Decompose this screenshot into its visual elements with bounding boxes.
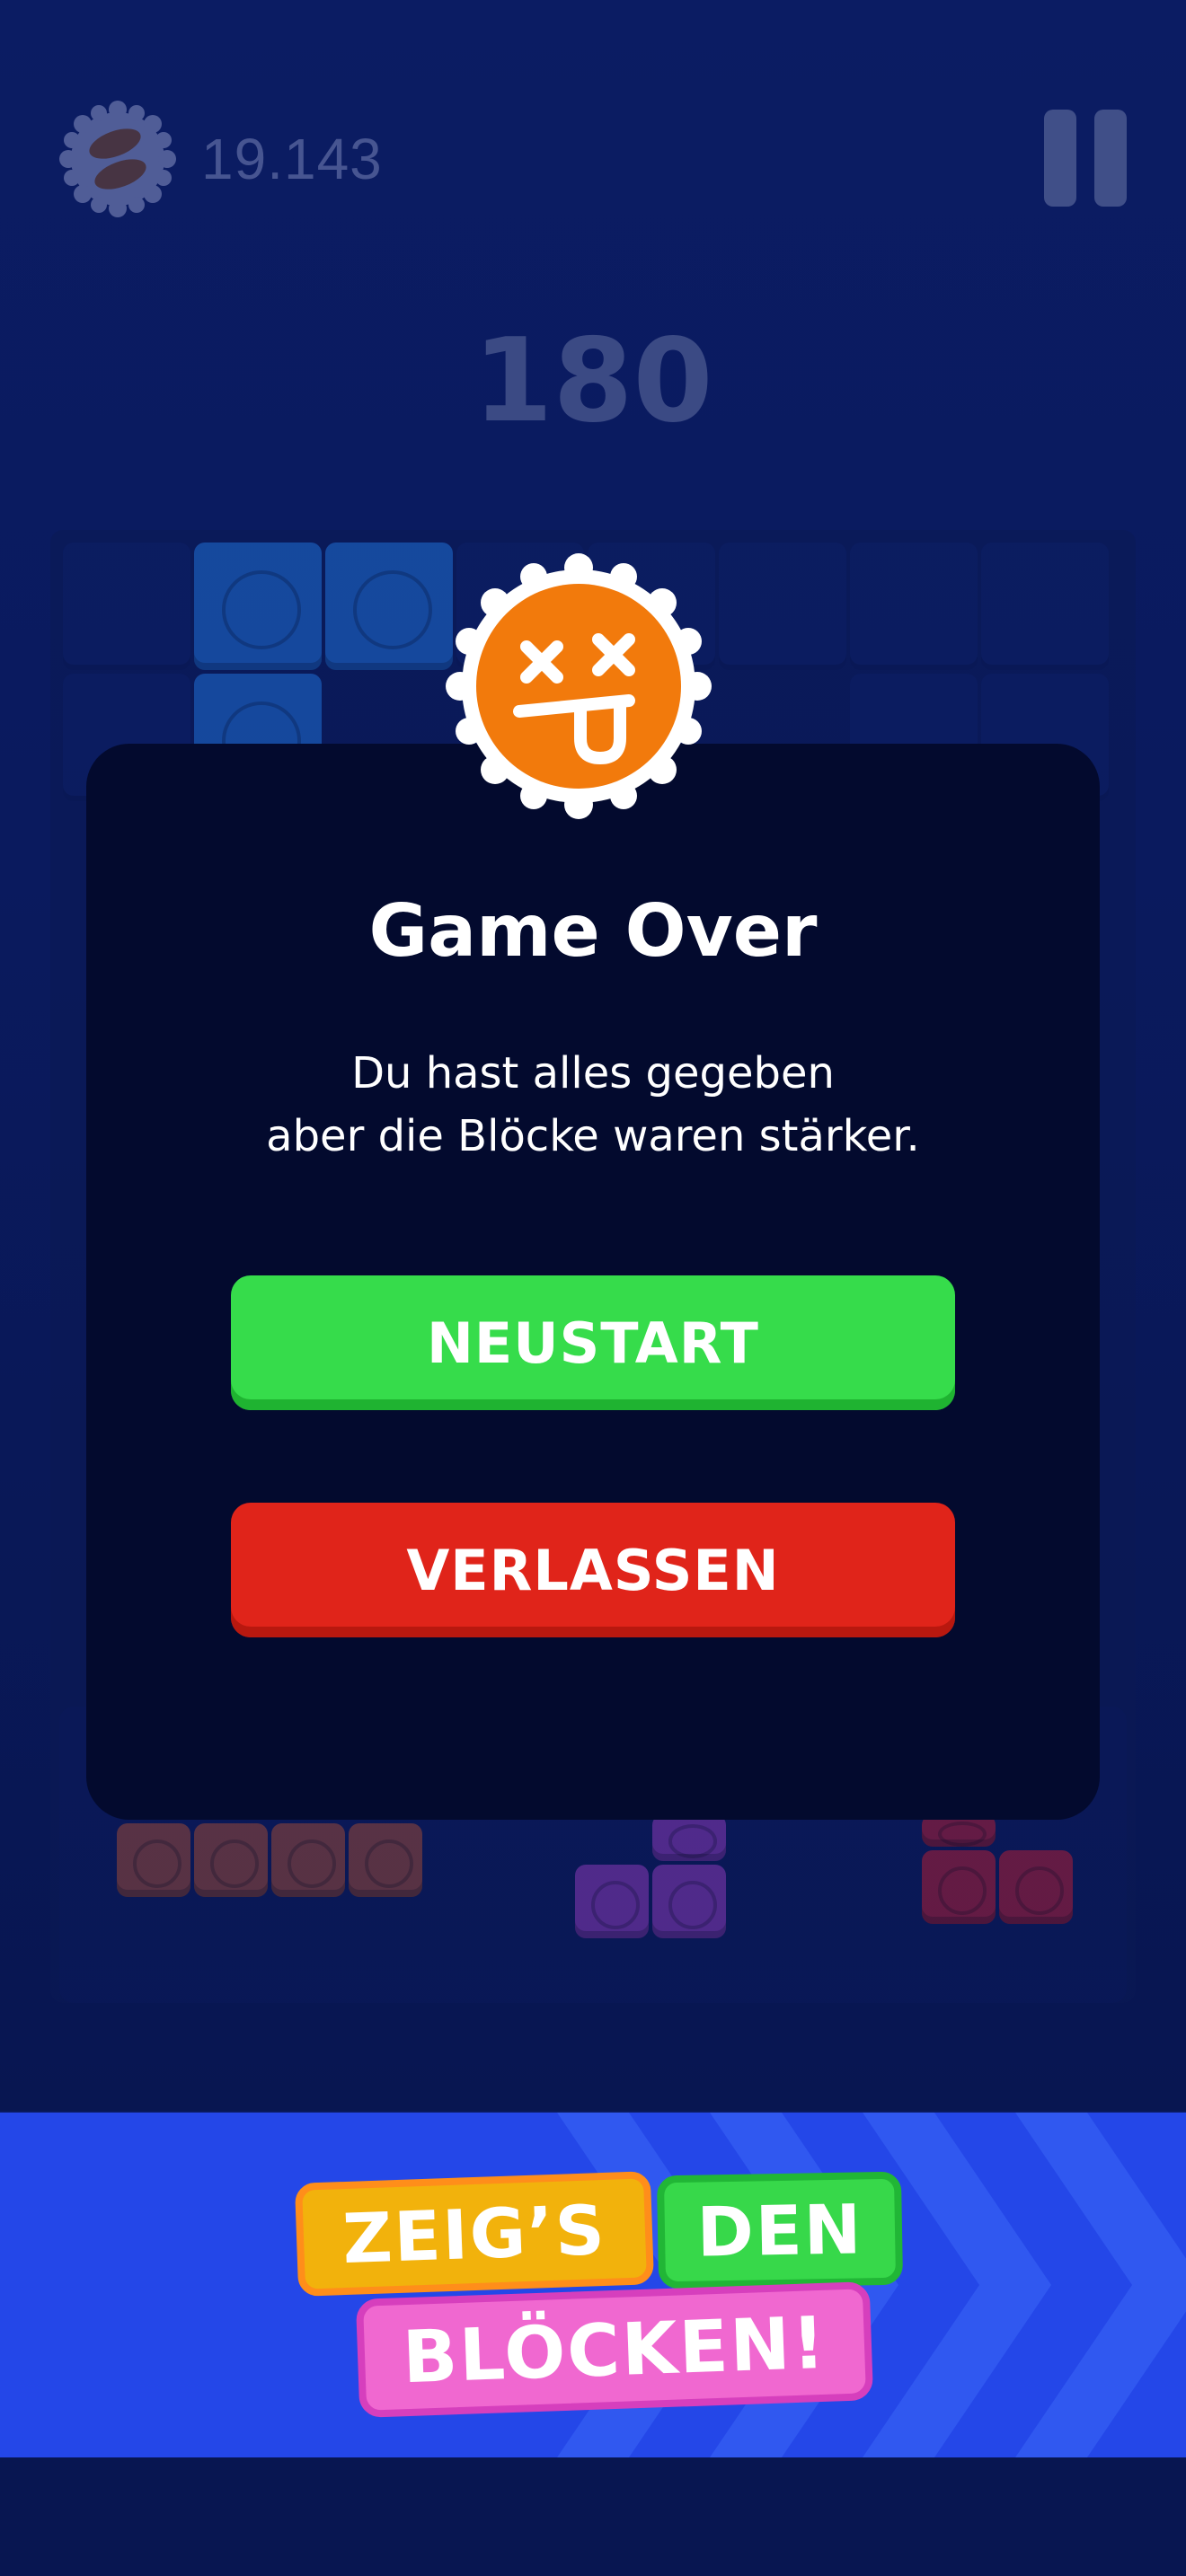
restart-button[interactable]: NEUSTART: [231, 1275, 955, 1410]
board-cell: [850, 543, 978, 670]
tray-piece-block[interactable]: [575, 1865, 649, 1938]
promo-word-2: DEN: [656, 2171, 904, 2289]
dialog-title: Game Over: [368, 889, 818, 973]
dialog-message: Du hast alles gegeben aber die Blöcke wa…: [86, 1042, 1100, 1168]
board-cell: [63, 543, 190, 670]
board-block-blue: [194, 543, 322, 670]
tray-piece-block[interactable]: [652, 1865, 726, 1938]
tray-piece-block[interactable]: [999, 1850, 1073, 1924]
promo-banner: ZEIG’S DEN BLÖCKEN!: [0, 2113, 1186, 2457]
tray-piece-block[interactable]: [349, 1823, 422, 1897]
board-cell: [981, 543, 1109, 670]
coin-icon: [59, 101, 176, 217]
score-display: 180: [473, 314, 713, 448]
board-cell: [719, 543, 846, 670]
board-block-blue: [325, 543, 453, 670]
promo-logo: ZEIG’S DEN BLÖCKEN!: [0, 2113, 1186, 2457]
tray-piece-block[interactable]: [652, 1814, 726, 1861]
tray-piece-block[interactable]: [271, 1823, 345, 1897]
pause-icon-bar-right: [1094, 110, 1127, 207]
tray-piece-block[interactable]: [194, 1823, 268, 1897]
dialog-message-line1: Du hast alles gegeben: [351, 1048, 835, 1098]
dizzy-face-icon: [446, 553, 712, 819]
tray-piece-block[interactable]: [922, 1850, 996, 1924]
pause-button[interactable]: [1044, 110, 1127, 208]
promo-word-3: BLÖCKEN!: [355, 2281, 874, 2418]
coin-counter: 19.143: [59, 101, 383, 217]
coin-count: 19.143: [201, 127, 383, 191]
promo-word-1: ZEIG’S: [294, 2171, 655, 2297]
pause-icon-bar-left: [1044, 110, 1076, 207]
leave-button[interactable]: VERLASSEN: [231, 1503, 955, 1637]
tray-piece-block[interactable]: [117, 1823, 190, 1897]
bottom-safe-area: [0, 2457, 1186, 2576]
dialog-message-line2: aber die Blöcke waren stärker.: [266, 1111, 920, 1161]
